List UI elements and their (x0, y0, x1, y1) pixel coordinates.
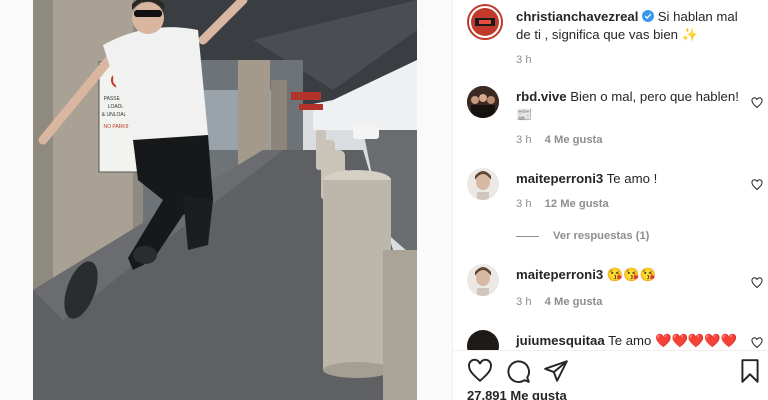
bookmark-icon[interactable] (737, 358, 763, 384)
caption: christianchavezreal Si hablan mal de ti … (467, 4, 763, 74)
comment-username[interactable]: maiteperroni3 (516, 171, 603, 186)
actions-divider (453, 350, 768, 351)
comment-likes[interactable]: 12 Me gusta (545, 198, 609, 210)
comment-username[interactable]: juiumesquitaa (516, 333, 605, 348)
comment-username[interactable]: maiteperroni3 (516, 267, 603, 282)
comment-avatar[interactable] (467, 168, 499, 200)
view-replies-button[interactable]: Ver respuestas (1) (516, 230, 649, 242)
comment-meta: 3 h 4 Me gusta (516, 134, 613, 146)
comment-2: maiteperroni3 Te amo ! 3 h 12 Me gusta (467, 168, 763, 218)
comment-time[interactable]: 3 h (516, 134, 532, 146)
comment-time[interactable]: 3 h (516, 198, 532, 210)
comment-likes[interactable]: 4 Me gusta (545, 134, 603, 146)
like-comment-heart-icon[interactable] (751, 178, 763, 191)
comment-avatar-image (467, 86, 499, 118)
comment-1: rbd.vive Bien o mal, pero que hablen! 📰 … (467, 86, 763, 146)
likes-count[interactable]: 27.891 Me gusta (467, 388, 567, 400)
replies-line (516, 235, 539, 237)
share-icon[interactable] (543, 358, 569, 384)
comment-4: juiumesquitaa Te amo ❤️❤️❤️❤️❤️❤️ (467, 330, 763, 350)
post-photo[interactable]: PASSENGER LOADING & UNLOADING NO PARKING (33, 0, 417, 400)
author-avatar-image (471, 8, 499, 36)
comment-meta: 3 h 4 Me gusta (516, 296, 613, 308)
comment-3: maiteperroni3 😘😘😘 3 h 4 Me gusta (467, 264, 763, 314)
photo-panel: PASSENGER LOADING & UNLOADING NO PARKING (0, 0, 452, 400)
comment-username[interactable]: rbd.vive (516, 89, 567, 104)
author-avatar[interactable] (467, 4, 503, 40)
comment-avatar-image (467, 168, 499, 200)
comment-meta: 3 h 12 Me gusta (516, 198, 619, 210)
like-comment-heart-icon[interactable] (751, 276, 763, 289)
post-sidebar: christianchavezreal Si hablan mal de ti … (452, 0, 768, 400)
view-replies-label: Ver respuestas (1) (553, 230, 650, 242)
verified-icon (642, 9, 655, 22)
comment-avatar[interactable] (467, 330, 499, 350)
like-comment-heart-icon[interactable] (751, 96, 763, 109)
photo-scene: PASSENGER LOADING & UNLOADING NO PARKING (33, 0, 417, 400)
comment-avatar[interactable] (467, 86, 499, 118)
comment-time[interactable]: 3 h (516, 296, 532, 308)
heart-icon[interactable] (467, 358, 493, 384)
caption-time[interactable]: 3 h (516, 54, 532, 66)
comment-likes[interactable]: 4 Me gusta (545, 296, 603, 308)
comment-text: Te amo ! (606, 171, 658, 186)
comment-avatar[interactable] (467, 264, 499, 296)
comment-avatar-image (467, 264, 499, 296)
post-actions (467, 356, 763, 386)
comment-text: 😘😘😘 (606, 267, 657, 282)
author-username[interactable]: christianchavezreal (516, 9, 638, 24)
comment-icon[interactable] (505, 358, 531, 384)
caption-meta: 3 h (516, 54, 542, 66)
like-comment-heart-icon[interactable] (751, 336, 763, 349)
